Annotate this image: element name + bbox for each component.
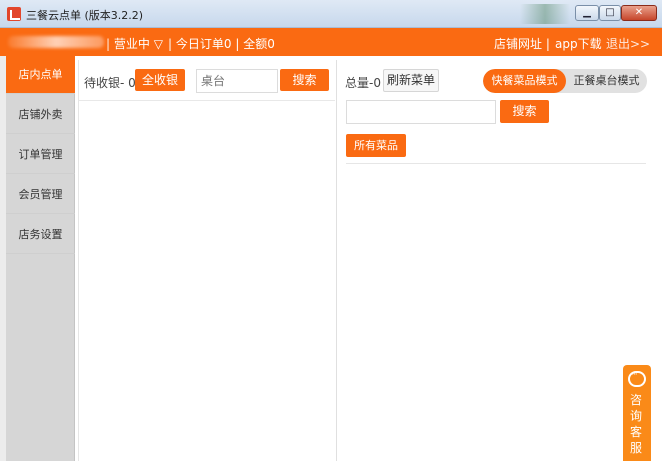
minimize-icon: ▁ [583, 7, 591, 18]
minimize-button[interactable]: ▁ [575, 5, 599, 21]
separator: | [545, 37, 550, 51]
window-title: 三餐云点单 (版本3.2.2) [26, 9, 144, 22]
mode-toggle: 快餐菜品模式 正餐桌台模式 [483, 69, 647, 93]
total-count: 总量-0 [345, 76, 381, 90]
today-summary: | 今日订单0 | 全额0 [168, 35, 275, 52]
business-status: 营业中 [113, 37, 150, 51]
all-dishes-button[interactable]: 所有菜品 [346, 134, 406, 157]
shop-url-link[interactable]: 店铺网址 | [494, 35, 550, 52]
close-button[interactable]: ✕ [621, 5, 657, 21]
separator: | [168, 37, 173, 51]
app-logo-icon [7, 7, 21, 21]
sidebar-item-dine-in-order[interactable]: 店内点单 [6, 56, 75, 94]
total-amount: 全额0 [243, 37, 275, 51]
divider [346, 163, 646, 164]
sidebar-item-store-settings[interactable]: 店务设置 [6, 216, 75, 254]
logout-link[interactable]: 退出>> [606, 35, 650, 52]
divider [79, 100, 335, 101]
customer-service-widget[interactable]: 咨询客服 [623, 365, 651, 461]
business-status-dropdown[interactable]: | 营业中 ▽ [106, 35, 163, 52]
pending-checkout-count: 待收银- 0 [84, 76, 136, 90]
refresh-menu-button[interactable]: 刷新菜单 [383, 69, 439, 92]
separator: | [106, 37, 111, 51]
app-download-link[interactable]: app下载 [555, 35, 602, 52]
separator: | [235, 37, 240, 51]
checkout-all-button[interactable]: 全收银 [135, 69, 185, 91]
top-status-bar: | 营业中 ▽ | 今日订单0 | 全额0 店铺网址 | app下载 退出>> [0, 28, 662, 56]
window-titlebar: 三餐云点单 (版本3.2.2) ▁ □ ✕ [0, 0, 662, 28]
chevron-down-icon: ▽ [153, 37, 163, 51]
today-orders: 今日订单0 [175, 37, 232, 51]
sidebar: 店内点单 店铺外卖 订单管理 会员管理 店务设置 [6, 56, 75, 461]
dine-table-mode-tab[interactable]: 正餐桌台模式 [566, 69, 647, 93]
dish-search-input[interactable] [346, 100, 496, 124]
sidebar-item-order-management[interactable]: 订单管理 [6, 136, 75, 174]
title-blur-decoration [520, 4, 570, 24]
table-search-button[interactable]: 搜索 [280, 69, 329, 91]
customer-service-label: 咨询客服 [630, 393, 643, 455]
shop-url-label: 店铺网址 [494, 37, 543, 51]
close-icon: ✕ [634, 7, 644, 18]
maximize-icon: □ [605, 7, 615, 18]
table-search-input[interactable] [196, 69, 278, 93]
dish-search-button[interactable]: 搜索 [500, 100, 549, 123]
store-name-blurred [8, 36, 104, 48]
pending-checkout-panel: 待收银- 0 全收银 搜索 [78, 60, 335, 461]
chat-bubble-icon [628, 370, 646, 387]
fast-food-mode-tab[interactable]: 快餐菜品模式 [483, 69, 566, 93]
maximize-button[interactable]: □ [599, 5, 621, 21]
sidebar-item-member-management[interactable]: 会员管理 [6, 176, 75, 214]
menu-panel: 总量-0 刷新菜单 快餐菜品模式 正餐桌台模式 搜索 所有菜品 [336, 60, 662, 461]
sidebar-item-takeout[interactable]: 店铺外卖 [6, 96, 75, 134]
